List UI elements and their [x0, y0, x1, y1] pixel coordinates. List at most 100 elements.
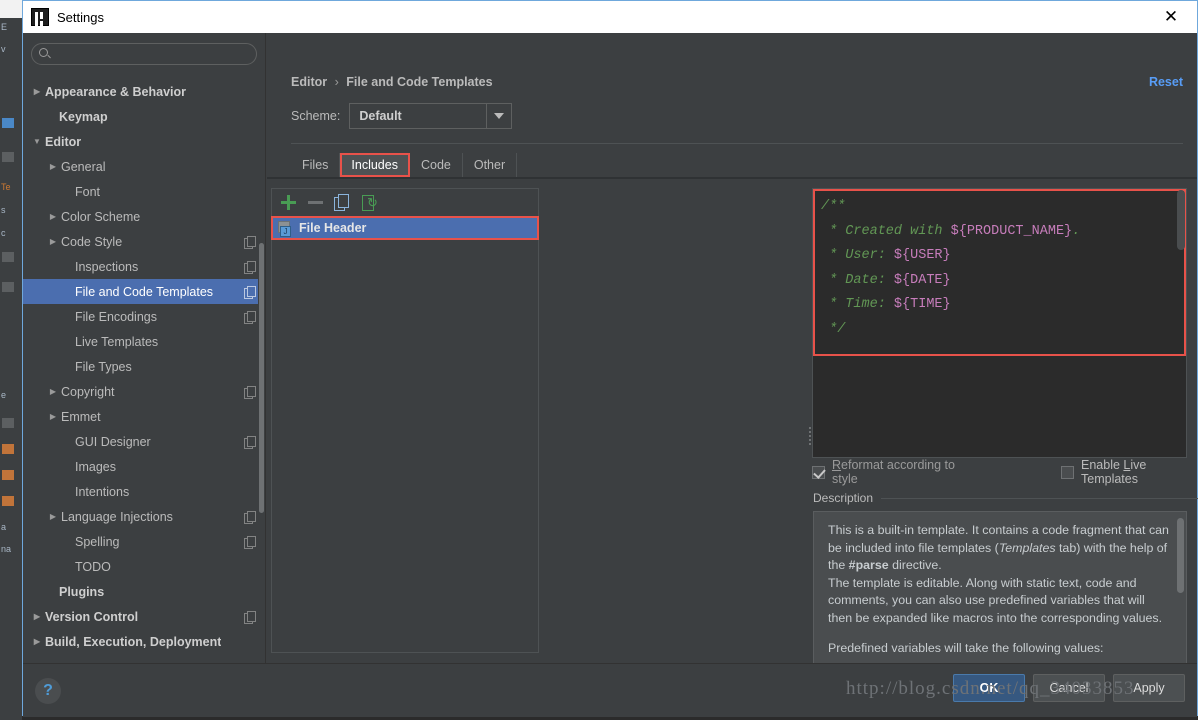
sidebar-item-label: Version Control [45, 609, 139, 624]
sidebar-item-language-injections[interactable]: ▶ Language Injections [23, 504, 265, 529]
sidebar-item-todo[interactable]: TODO [23, 554, 265, 579]
nav-scrollbar-thumb[interactable] [259, 243, 264, 513]
sidebar-item-emmet[interactable]: ▶ Emmet [23, 404, 265, 429]
resize-dots-icon[interactable]: ∶∶∶ [1109, 474, 1119, 485]
template-list[interactable]: File Header [271, 216, 539, 652]
sidebar-item-intentions[interactable]: Intentions [23, 479, 265, 504]
scheme-row: Scheme: Default [291, 103, 513, 129]
help-icon[interactable]: ? [35, 678, 61, 704]
sidebar-item-code-style[interactable]: ▶ Code Style [23, 229, 265, 254]
ok-button[interactable]: OK [953, 674, 1025, 702]
chevron-down-icon[interactable] [486, 104, 511, 128]
sidebar-item-inspections[interactable]: Inspections [23, 254, 265, 279]
chevron-right-icon[interactable]: ▶ [47, 162, 59, 171]
sidebar-item-images[interactable]: Images [23, 454, 265, 479]
chevron-right-icon[interactable]: ▶ [47, 387, 59, 396]
sidebar-item-spelling[interactable]: Spelling [23, 529, 265, 554]
sidebar-item-version-control[interactable]: ▶ Version Control [23, 604, 265, 629]
sidebar-item-gui-designer[interactable]: GUI Designer [23, 429, 265, 454]
chevron-right-icon[interactable]: ▶ [47, 412, 59, 421]
code-comment-tail: . [1072, 223, 1081, 239]
search-input[interactable] [56, 44, 250, 64]
checkbox-box-icon [812, 465, 825, 479]
reformat-checkbox-label: Reformat according to style [832, 458, 961, 486]
sidebar-item-build-execution-deployment[interactable]: ▶ Build, Execution, Deployment [23, 629, 265, 654]
sidebar-item-file-encodings[interactable]: File Encodings [23, 304, 265, 329]
add-icon[interactable] [280, 194, 297, 211]
nav-scrollbar[interactable] [258, 79, 265, 609]
chevron-right-icon[interactable]: ▶ [47, 212, 59, 221]
description-legend-label: Description [813, 491, 874, 505]
sidebar-item-font[interactable]: Font [23, 179, 265, 204]
sidebar-item-file-types[interactable]: File Types [23, 354, 265, 379]
breadcrumb-parent[interactable]: Editor [291, 75, 327, 89]
bg-tick-6 [2, 444, 14, 454]
scheme-select[interactable]: Default [349, 103, 513, 129]
tab-code[interactable]: Code [409, 153, 463, 177]
cancel-button[interactable]: Cancel [1033, 674, 1105, 702]
editor-scrollbar-thumb[interactable] [1177, 190, 1185, 250]
sidebar-item-copyright[interactable]: ▶ Copyright [23, 379, 265, 404]
sidebar-item-label: Appearance & Behavior [45, 84, 187, 99]
tab-files[interactable]: Files [291, 153, 341, 177]
code-comment-text: /** [821, 199, 846, 214]
sidebar-item-label: Copyright [61, 384, 115, 399]
sidebar-item-color-scheme[interactable]: ▶ Color Scheme [23, 204, 265, 229]
code-comment-text: * Time: [821, 297, 894, 312]
chevron-down-icon[interactable]: ▼ [31, 137, 43, 146]
copy-icon[interactable] [334, 193, 351, 211]
reformat-checkbox[interactable]: Reformat according to style [812, 458, 961, 486]
settings-nav-tree[interactable]: ▶ Appearance & Behavior Keymap ▼ Editor ▶ Gene… [23, 79, 265, 663]
reset-link[interactable]: Reset [1149, 75, 1183, 89]
tab-other[interactable]: Other [462, 153, 518, 177]
template-editor[interactable]: /** * Created with ${PRODUCT_NAME}. * Us… [812, 188, 1187, 458]
checkbox-box-icon [1061, 465, 1075, 479]
tabs-underline [267, 177, 1197, 179]
chevron-right-icon[interactable]: ▶ [31, 87, 43, 96]
sidebar-item-editor[interactable]: ▼ Editor [23, 129, 265, 154]
sidebar-item-live-templates[interactable]: Live Templates [23, 329, 265, 354]
bg-tick-1 [2, 118, 14, 128]
chevron-right-icon[interactable]: ▶ [47, 512, 59, 521]
search-wrapper [23, 33, 265, 71]
search-icon [39, 48, 48, 57]
list-item[interactable]: File Header [271, 216, 539, 240]
sidebar-item-label: Keymap [59, 109, 108, 124]
project-scope-icon [244, 261, 256, 274]
code-comment-text: * User: [821, 248, 894, 263]
sidebar-item-label: Spelling [75, 534, 120, 549]
description-box[interactable]: This is a built-in template. It contains… [813, 511, 1187, 678]
code-macro-variable: ${DATE} [893, 272, 951, 288]
tab-includes[interactable]: Includes [340, 153, 410, 177]
code-comment-text: * Created with [821, 223, 951, 239]
chevron-right-icon[interactable]: ▶ [31, 637, 43, 646]
remove-icon[interactable] [307, 194, 324, 211]
chevron-right-icon[interactable]: ▶ [31, 612, 43, 621]
code-line: * User: ${USER} [821, 244, 1184, 269]
reset-icon[interactable] [361, 194, 378, 211]
settings-dialog: Settings ✕ ▶ Appearance & Behavior Keymap ▼… [22, 0, 1198, 717]
desc-p1-c: directive. [888, 558, 942, 572]
template-code[interactable]: /** * Created with ${PRODUCT_NAME}. * Us… [815, 191, 1184, 342]
dialog-title: Settings [57, 9, 104, 25]
chevron-right-icon[interactable]: ▶ [47, 237, 59, 246]
bg-tick-8 [2, 496, 14, 506]
sidebar-item-general[interactable]: ▶ General [23, 154, 265, 179]
apply-button[interactable]: Apply [1113, 674, 1185, 702]
bg-text-3: Te [1, 182, 11, 192]
template-category-tabs[interactable]: Files Includes Code Other [291, 153, 518, 177]
sidebar-item-label: Images [75, 459, 116, 474]
sidebar-item-plugins[interactable]: Plugins [23, 579, 265, 604]
sidebar-item-appearance-behavior[interactable]: ▶ Appearance & Behavior [23, 79, 265, 104]
sidebar-item-keymap[interactable]: Keymap [23, 104, 265, 129]
sidebar-item-label: Language Injections [61, 509, 173, 524]
sidebar-item-label: Color Scheme [61, 209, 141, 224]
intellij-logo-icon [31, 8, 49, 26]
live-templates-checkbox[interactable]: Enable Live Templates ∶∶∶ [1061, 458, 1187, 486]
close-icon[interactable]: ✕ [1149, 1, 1193, 33]
code-macro-variable: ${TIME} [893, 297, 951, 312]
description-scrollbar-thumb[interactable] [1177, 518, 1184, 593]
sidebar-item-file-and-code-templates[interactable]: File and Code Templates [23, 279, 265, 304]
sidebar-item-label: Live Templates [75, 334, 159, 349]
search-box[interactable] [31, 43, 257, 65]
